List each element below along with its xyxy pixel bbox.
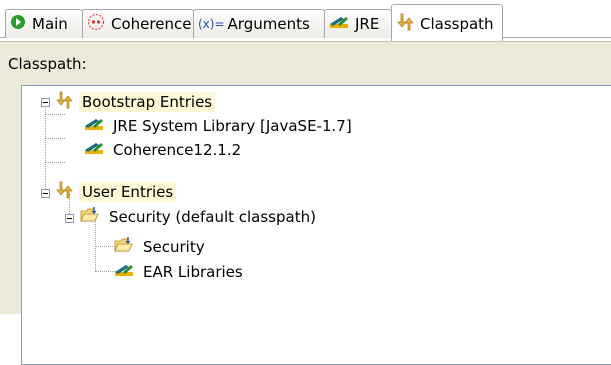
- library-icon: [84, 140, 104, 160]
- tab-classpath[interactable]: Classpath: [391, 4, 503, 42]
- collapse-security-default-toggle[interactable]: [65, 214, 74, 223]
- tree-node-label: Bootstrap Entries: [79, 92, 216, 112]
- collapse-bootstrap-toggle[interactable]: [41, 98, 50, 107]
- tree-node-user-entries[interactable]: User Entries: [55, 181, 177, 203]
- tab-coherence[interactable]: Coherence: [82, 9, 194, 38]
- tree-node-security-default-classpath[interactable]: Security (default classpath): [80, 206, 319, 228]
- tab-main[interactable]: Main: [5, 9, 83, 38]
- tab-arguments[interactable]: (x)= Arguments: [193, 9, 325, 38]
- launch-config-tabs: Main Coherence (x)= Arguments JRE Classp…: [0, 0, 611, 46]
- library-icon: [114, 262, 134, 282]
- classpath-entries-icon: [396, 13, 414, 35]
- tab-jre[interactable]: JRE: [324, 9, 392, 38]
- tree-node-label: Security: [143, 238, 205, 256]
- tree-node-label: Coherence12.1.2: [113, 141, 242, 159]
- classpath-tree[interactable]: Bootstrap Entries JRE System Library [Ja…: [21, 85, 611, 365]
- tree-node-bootstrap-entries[interactable]: Bootstrap Entries: [55, 91, 216, 113]
- main-run-icon: [10, 14, 26, 34]
- tab-coherence-label: Coherence: [111, 15, 192, 33]
- collapse-user-entries-toggle[interactable]: [41, 189, 50, 198]
- tree-connector: [45, 138, 65, 139]
- tree-node-label: Security (default classpath): [109, 208, 316, 226]
- tree-node-label: JRE System Library [JavaSE-1.7]: [113, 117, 352, 135]
- classpath-panel: Classpath: Bootstrap Entries JRE System …: [0, 41, 611, 365]
- tree-node-jre-system-library[interactable]: JRE System Library [JavaSE-1.7]: [84, 115, 355, 137]
- tab-arguments-label: Arguments: [227, 15, 310, 33]
- jre-library-icon: [329, 14, 349, 34]
- arguments-icon: (x)=: [198, 17, 225, 31]
- tree-node-ear-libraries[interactable]: EAR Libraries: [114, 261, 246, 283]
- tree-node-security-project[interactable]: Security: [114, 236, 208, 258]
- project-folder-icon: [114, 236, 134, 258]
- classpath-label: Classpath:: [8, 55, 87, 73]
- tab-jre-label: JRE: [355, 15, 380, 33]
- tree-connector: [45, 114, 65, 115]
- classpath-entries-icon: [55, 181, 73, 203]
- classpath-entries-icon: [55, 91, 73, 113]
- tree-node-label: User Entries: [79, 182, 177, 202]
- tree-connector: [45, 162, 65, 163]
- library-icon: [84, 116, 104, 136]
- tab-main-label: Main: [32, 15, 68, 33]
- tree-node-label: EAR Libraries: [143, 263, 243, 281]
- tab-classpath-label: Classpath: [420, 14, 494, 33]
- project-folder-icon: [80, 206, 100, 228]
- tree-connector: [45, 103, 46, 193]
- tree-node-coherence-library[interactable]: Coherence12.1.2: [84, 139, 244, 161]
- coherence-icon: [87, 13, 105, 35]
